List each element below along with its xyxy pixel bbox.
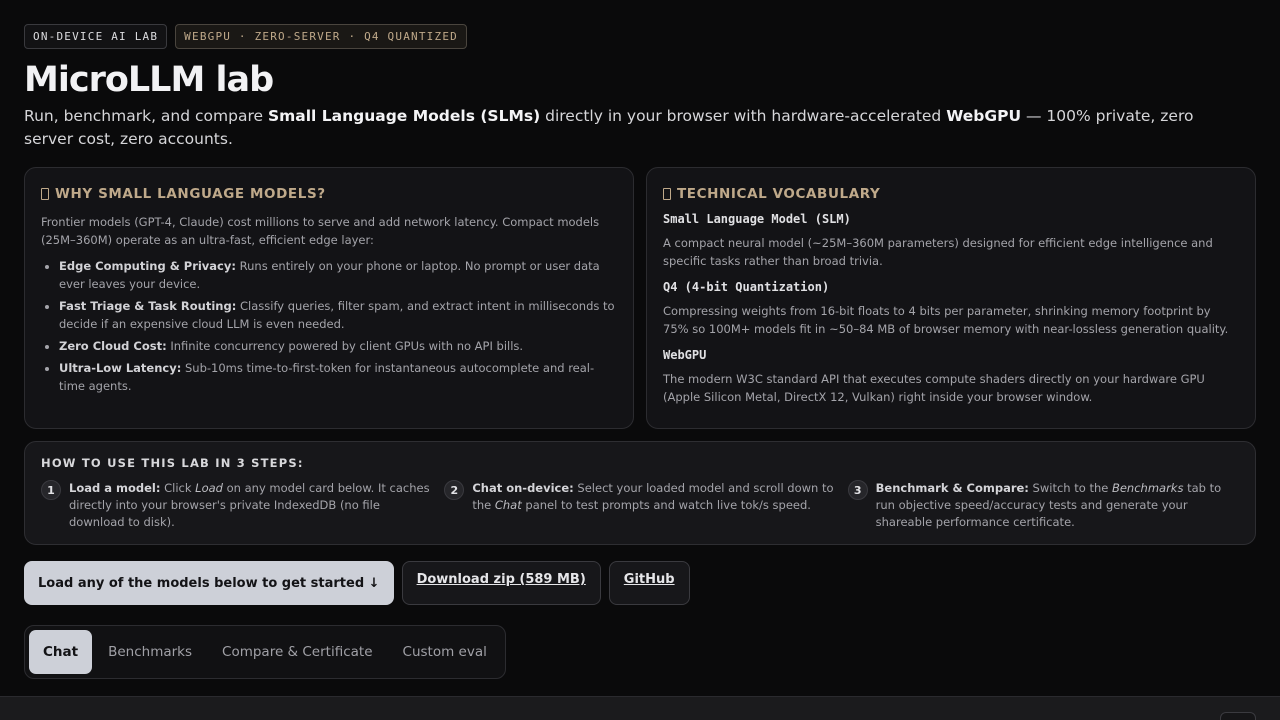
- step-label: Load a model:: [69, 481, 161, 495]
- vocab-definition: A compact neural model (~25M–360M parame…: [663, 236, 1213, 268]
- step-label: Benchmark & Compare:: [875, 481, 1029, 495]
- list-item-label: Ultra-Low Latency:: [59, 361, 182, 375]
- vocab-definition: Compressing weights from 16-bit floats t…: [663, 304, 1229, 336]
- vocab-term: WebGPU: [663, 348, 707, 362]
- info-cards: WHY SMALL LANGUAGE MODELS? Frontier mode…: [24, 167, 1256, 429]
- step-item: 1 Load a model: Click Load on any model …: [41, 480, 432, 531]
- box-icon: [663, 188, 671, 200]
- box-icon: [41, 188, 49, 200]
- step-text: Load a model: Click Load on any model ca…: [69, 480, 432, 531]
- lead-text: Run, benchmark, and compare: [24, 107, 268, 125]
- list-item-label: Zero Cloud Cost:: [59, 339, 167, 353]
- step-number: 2: [444, 480, 465, 500]
- tab-benchmarks[interactable]: Benchmarks: [94, 630, 206, 674]
- step-row: 1 Load a model: Click Load on any model …: [41, 480, 1239, 531]
- panel-control-button[interactable]: [1220, 712, 1256, 720]
- vocab-term: Q4 (4-bit Quantization): [663, 280, 830, 294]
- why-slm-list: Edge Computing & Privacy: Runs entirely …: [41, 257, 617, 395]
- lead-bold-slm: Small Language Models (SLMs): [267, 107, 541, 125]
- bottom-panel-edge: [0, 696, 1280, 720]
- why-slm-title-text: WHY SMALL LANGUAGE MODELS?: [55, 186, 326, 202]
- step-body: panel to test prompts and watch live tok…: [521, 498, 811, 512]
- step-emphasis: Load: [195, 481, 223, 495]
- tab-custom-eval[interactable]: Custom eval: [389, 630, 501, 674]
- action-bar: Load any of the models below to get star…: [24, 561, 1256, 605]
- vocabulary-card: TECHNICAL VOCABULARY Small Language Mode…: [646, 167, 1256, 429]
- step-number: 3: [847, 480, 868, 500]
- list-item-text: Infinite concurrency powered by client G…: [166, 339, 524, 353]
- step-number: 1: [41, 480, 61, 500]
- main-tabs: Chat Benchmarks Compare & Certificate Cu…: [24, 625, 506, 679]
- list-item: Edge Computing & Privacy: Runs entirely …: [59, 257, 617, 293]
- list-item-label: Fast Triage & Task Routing:: [59, 299, 237, 313]
- step-emphasis: Chat: [494, 498, 522, 512]
- step-body: Switch to the: [1028, 481, 1112, 495]
- step-label: Chat on-device:: [472, 481, 574, 495]
- tab-compare-certificate[interactable]: Compare & Certificate: [208, 630, 386, 674]
- step-emphasis: Benchmarks: [1111, 481, 1184, 495]
- lead-text: directly in your browser with hardware-a…: [540, 107, 947, 125]
- step-text: Benchmark & Compare: Switch to the Bench…: [876, 480, 1239, 531]
- on-device-badge: ON-DEVICE AI LAB: [24, 24, 168, 49]
- github-link[interactable]: GitHub: [608, 561, 690, 605]
- why-slm-title: WHY SMALL LANGUAGE MODELS?: [41, 186, 617, 202]
- step-item: 3 Benchmark & Compare: Switch to the Ben…: [847, 480, 1239, 531]
- step-body: Click: [160, 481, 196, 495]
- step-item: 2 Chat on-device: Select your loaded mod…: [444, 480, 835, 531]
- vocab-definition: The modern W3C standard API that execute…: [663, 372, 1205, 404]
- list-item: Zero Cloud Cost: Infinite concurrency po…: [59, 337, 617, 355]
- lead-bold-webgpu: WebGPU: [946, 107, 1022, 125]
- download-zip-link[interactable]: Download zip (589 MB): [401, 561, 601, 605]
- page-title: MicroLLM lab: [24, 60, 274, 100]
- vocab-term: Small Language Model (SLM): [663, 212, 851, 226]
- vocabulary-title: TECHNICAL VOCABULARY: [663, 186, 1239, 202]
- tab-chat[interactable]: Chat: [29, 630, 93, 674]
- vocabulary-title-text: TECHNICAL VOCABULARY: [677, 186, 881, 202]
- how-to-steps: HOW TO USE THIS LAB IN 3 STEPS: 1 Load a…: [24, 441, 1256, 545]
- step-text: Chat on-device: Select your loaded model…: [472, 480, 835, 531]
- list-item: Fast Triage & Task Routing: Classify que…: [59, 297, 617, 333]
- badge-row: ON-DEVICE AI LAB WEBGPU · ZERO-SERVER · …: [24, 24, 1256, 49]
- steps-title: HOW TO USE THIS LAB IN 3 STEPS:: [41, 456, 304, 470]
- load-models-button[interactable]: Load any of the models below to get star…: [24, 561, 394, 605]
- page-lead: Run, benchmark, and compare Small Langua…: [24, 105, 1234, 151]
- list-item: Ultra-Low Latency: Sub-10ms time-to-firs…: [59, 359, 617, 395]
- list-item-label: Edge Computing & Privacy:: [59, 259, 236, 273]
- why-slm-card: WHY SMALL LANGUAGE MODELS? Frontier mode…: [24, 167, 634, 429]
- tech-badge: WEBGPU · ZERO-SERVER · Q4 QUANTIZED: [175, 24, 467, 49]
- why-slm-intro: Frontier models (GPT-4, Claude) cost mil…: [41, 215, 600, 247]
